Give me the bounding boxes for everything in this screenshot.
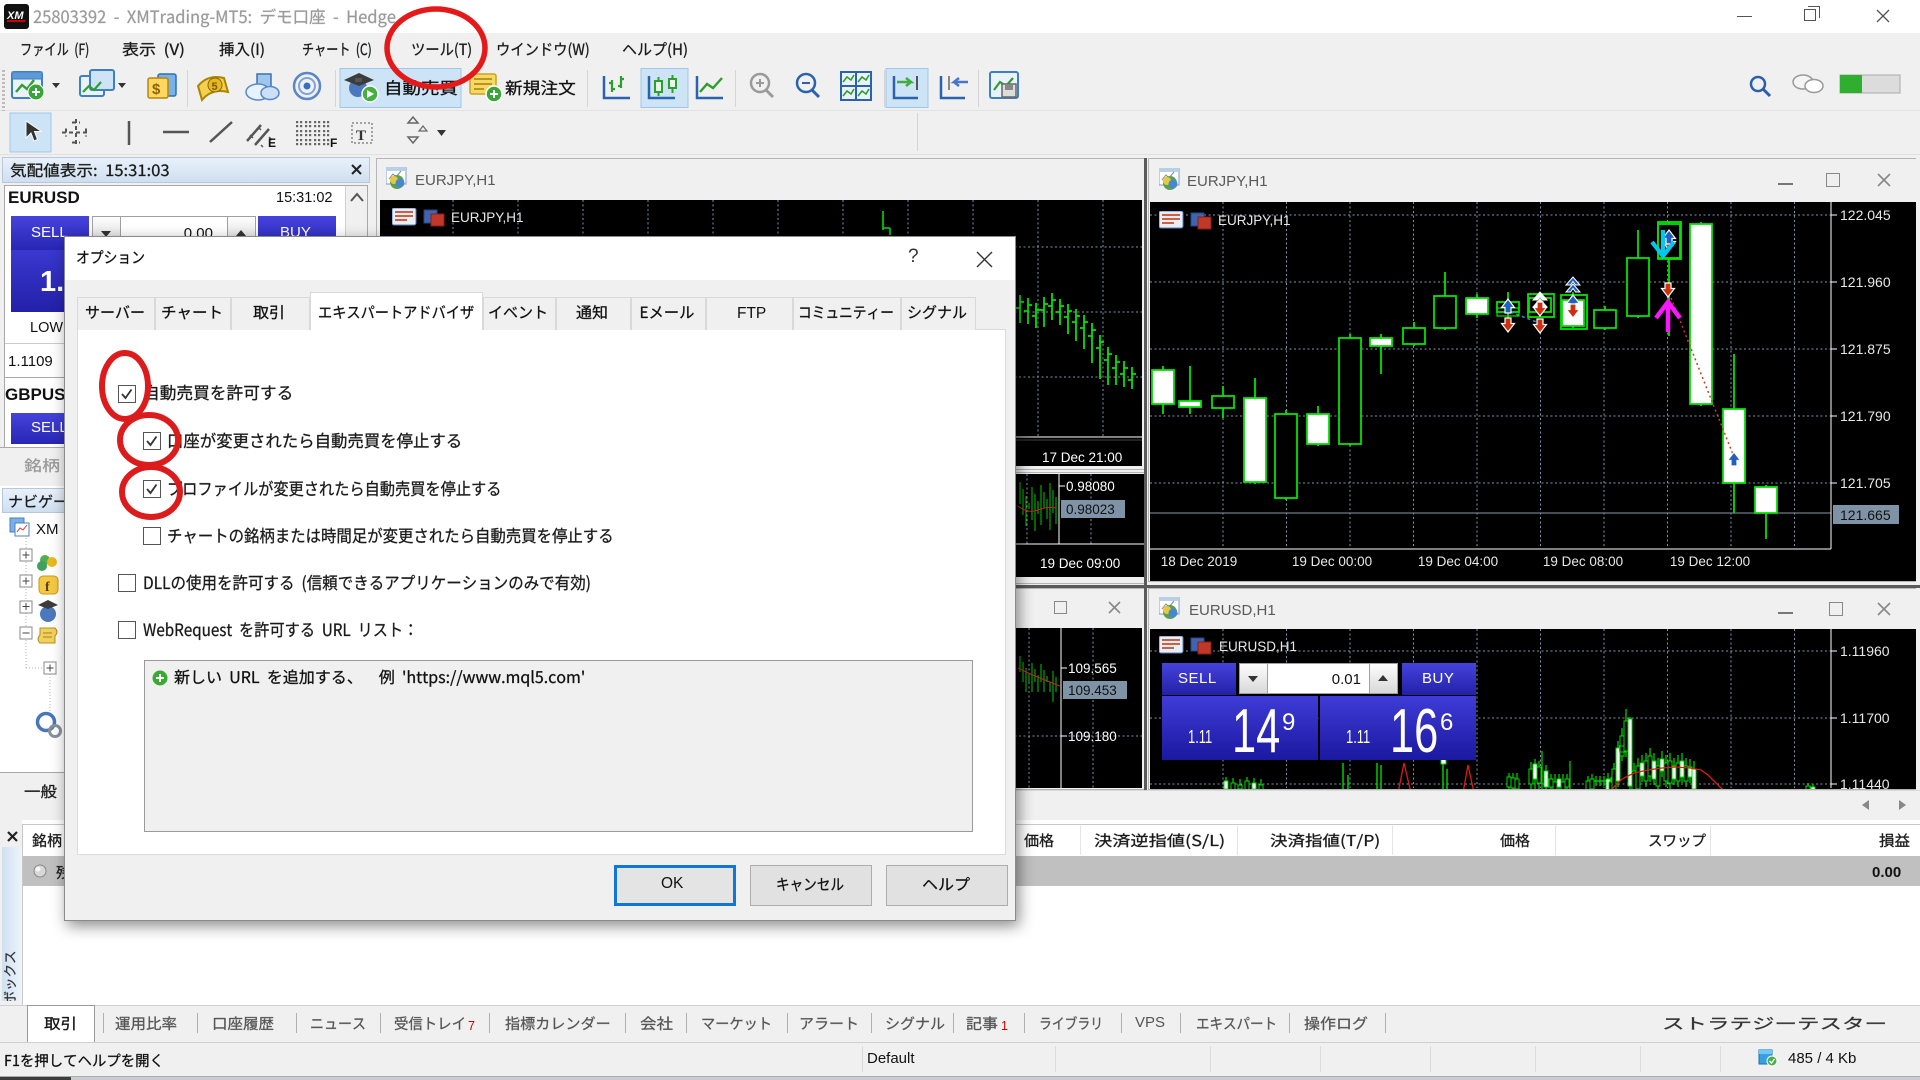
svg-text:T: T — [356, 128, 366, 144]
svg-text:1.11700: 1.11700 — [1840, 710, 1890, 726]
svg-text:19 Dec 09:00: 19 Dec 09:00 — [1040, 556, 1120, 571]
svg-text:$: $ — [152, 81, 161, 98]
svg-text:121.665: 121.665 — [1840, 507, 1891, 523]
svg-text:121.705: 121.705 — [1840, 475, 1891, 491]
svg-text:19 Dec 08:00: 19 Dec 08:00 — [1543, 554, 1623, 569]
svg-text:1.11960: 1.11960 — [1840, 643, 1890, 659]
svg-text:18 Dec 2019: 18 Dec 2019 — [1161, 554, 1238, 569]
svg-text:f: f — [45, 580, 50, 595]
svg-text:109.453: 109.453 — [1068, 683, 1117, 698]
svg-text:121.875: 121.875 — [1840, 341, 1891, 357]
svg-text:121.960: 121.960 — [1840, 274, 1891, 290]
svg-text:0.98080: 0.98080 — [1066, 479, 1115, 494]
svg-text:1.11440: 1.11440 — [1840, 776, 1890, 789]
svg-text:5: 5 — [212, 81, 218, 93]
svg-text:F: F — [330, 136, 337, 150]
svg-text:19 Dec 12:00: 19 Dec 12:00 — [1670, 554, 1750, 569]
svg-text:19 Dec 00:00: 19 Dec 00:00 — [1292, 554, 1372, 569]
svg-text:121.790: 121.790 — [1840, 408, 1891, 424]
svg-text:E: E — [268, 136, 276, 150]
svg-text:0.98023: 0.98023 — [1066, 502, 1115, 517]
svg-text:19 Dec 04:00: 19 Dec 04:00 — [1418, 554, 1498, 569]
svg-text:109.180: 109.180 — [1068, 729, 1117, 744]
svg-text:122.045: 122.045 — [1840, 207, 1891, 223]
svg-text:17 Dec 21:00: 17 Dec 21:00 — [1042, 450, 1122, 465]
svg-text:109.565: 109.565 — [1068, 661, 1117, 676]
